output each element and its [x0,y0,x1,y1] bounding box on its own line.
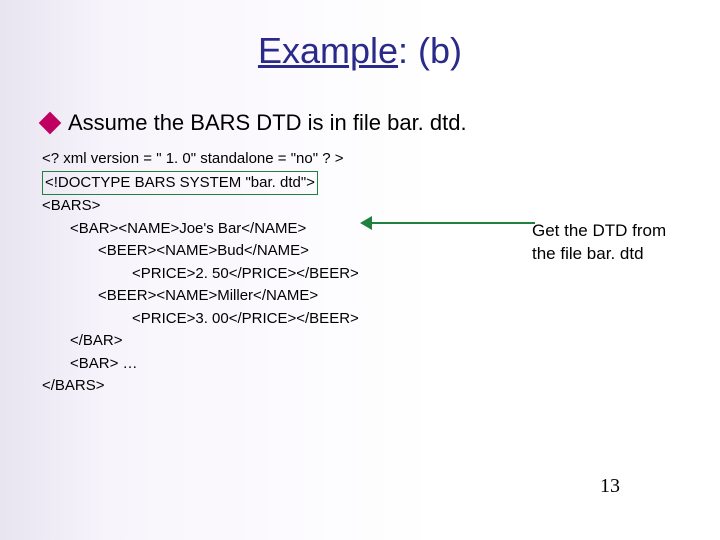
title-rest: : (b) [398,30,462,71]
slide-title: Example: (b) [0,0,720,72]
code-line-11: </BARS> [42,375,720,398]
doctype-highlight-box: <!DOCTYPE BARS SYSTEM "bar. dtd"> [42,171,318,196]
title-underlined: Example [258,30,398,71]
bullet-row: Assume the BARS DTD is in file bar. dtd. [42,110,720,136]
bullet-text: Assume the BARS DTD is in file bar. dtd. [68,110,467,136]
xml-code-block: <? xml version = " 1. 0" standalone = "n… [42,148,720,398]
code-line-7: <BEER><NAME>Miller</NAME> [42,285,720,308]
page-number: 13 [600,475,620,498]
callout-annotation: Get the DTD from the file bar. dtd [532,220,682,266]
code-line-10: <BAR> … [42,353,720,376]
arrow-line [370,222,535,224]
code-line-9: </BAR> [42,330,720,353]
diamond-bullet-icon [39,112,62,135]
code-line-1: <? xml version = " 1. 0" standalone = "n… [42,148,720,171]
arrow-head-icon [360,216,372,230]
code-line-6: <PRICE>2. 50</PRICE></BEER> [42,263,720,286]
code-line-2: <!DOCTYPE BARS SYSTEM "bar. dtd"> [42,171,720,196]
callout-arrow [360,211,535,235]
code-line-8: <PRICE>3. 00</PRICE></BEER> [42,308,720,331]
